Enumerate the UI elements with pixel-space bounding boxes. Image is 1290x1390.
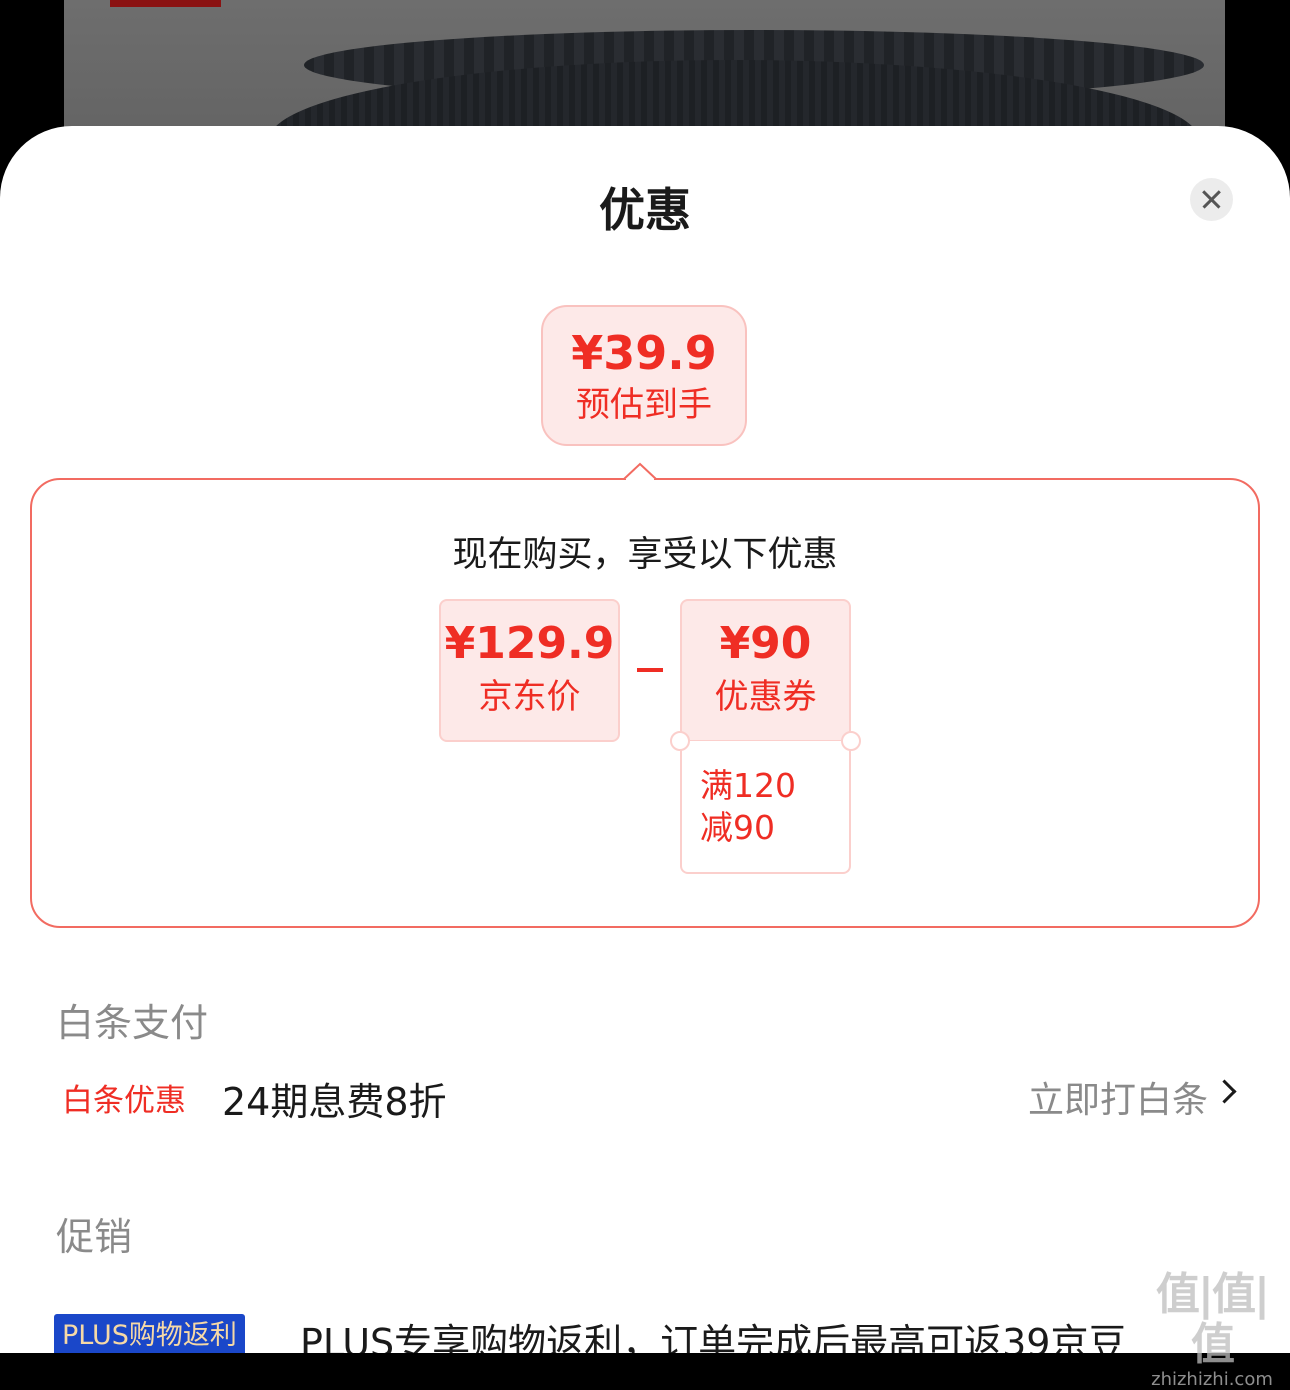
jd-price-value: ¥129.9 bbox=[444, 618, 615, 669]
coupon-notch-right bbox=[841, 731, 861, 751]
plus-badge: PLUS购物返利 bbox=[54, 1314, 245, 1353]
watermark-logo: 值|值|值 bbox=[1155, 1269, 1270, 1370]
jd-price-label: 京东价 bbox=[478, 677, 581, 717]
baitiao-tag: 白条优惠 bbox=[62, 1083, 186, 1119]
baitiao-action-link[interactable]: 立即打白条 bbox=[1028, 1071, 1208, 1123]
coupon-card: ¥90 优惠券 bbox=[680, 599, 851, 742]
coupon-threshold: 满120 bbox=[700, 766, 796, 805]
close-icon[interactable] bbox=[1190, 178, 1233, 221]
sheet-title: 优惠 bbox=[599, 183, 691, 237]
plus-promo-text: PLUS专享购物返利，订单完成后最高可返39京豆 bbox=[300, 1321, 1127, 1353]
baitiao-section-title: 白条支付 bbox=[56, 1001, 209, 1045]
coupon-reduction: 减90 bbox=[700, 808, 775, 847]
estimated-price-card: ¥39.9 预估到手 bbox=[541, 305, 747, 446]
baitiao-row[interactable]: 白条优惠 24期息费8折 立即打白条 bbox=[0, 1071, 1290, 1124]
watermark-url: zhizhizhi.com bbox=[1151, 1369, 1273, 1390]
jd-price-card: ¥129.9 京东价 bbox=[439, 599, 620, 742]
chevron-right-icon[interactable] bbox=[1212, 1079, 1237, 1104]
brand-tag bbox=[110, 0, 221, 7]
minus-sign bbox=[637, 668, 663, 672]
deal-heading: 现在购买，享受以下优惠 bbox=[452, 535, 838, 575]
coupon-detail: 满120 减90 bbox=[680, 741, 851, 874]
coupon-label: 优惠券 bbox=[714, 677, 817, 717]
estimated-price: ¥39.9 bbox=[571, 326, 717, 380]
coupon-notch-left bbox=[670, 731, 690, 751]
plus-promo-row[interactable]: PLUS购物返利 PLUS专享购物返利，订单完成后最高可返39京豆 bbox=[0, 1312, 1290, 1353]
baitiao-offer-text: 24期息费8折 bbox=[222, 1080, 447, 1124]
discount-sheet: 优惠 ¥39.9 预估到手 现在购买，享受以下优惠 ¥129.9 京东价 ¥90… bbox=[0, 126, 1290, 1353]
promo-section-title: 促销 bbox=[56, 1215, 133, 1259]
coupon-value: ¥90 bbox=[719, 618, 812, 669]
site-watermark: 值|值|值 zhizhizhi.com bbox=[1142, 1270, 1282, 1390]
estimated-price-label: 预估到手 bbox=[576, 385, 712, 425]
